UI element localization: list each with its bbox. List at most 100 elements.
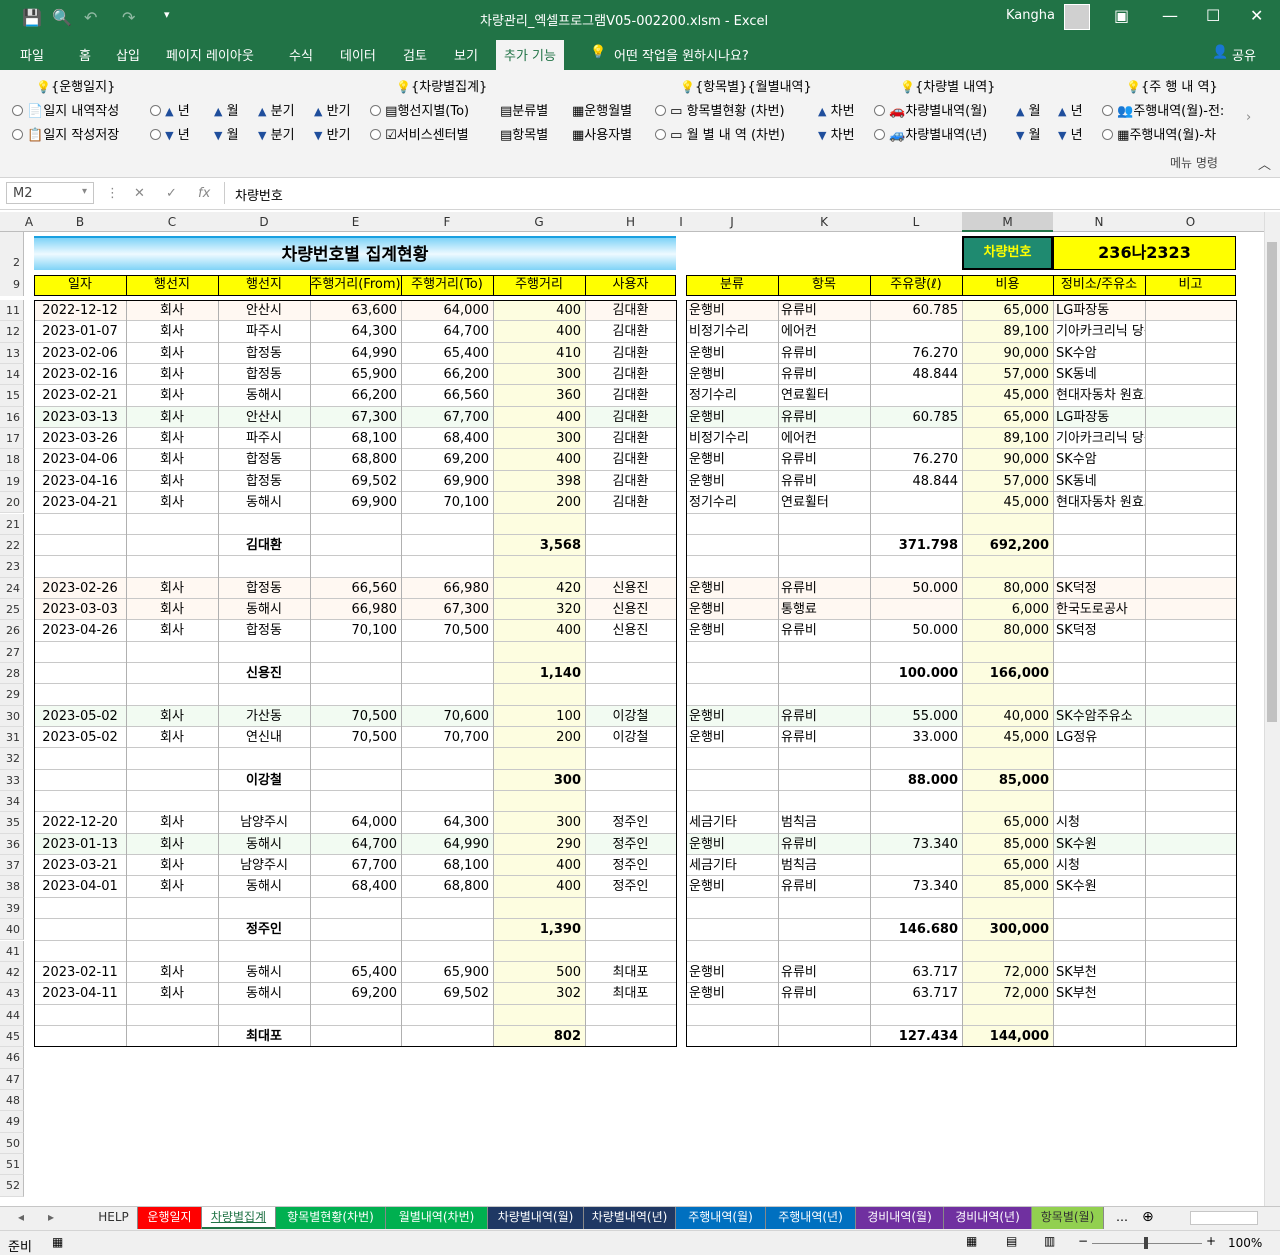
cell-fuel[interactable] <box>870 599 962 620</box>
row-header-41[interactable]: 41 <box>0 940 24 962</box>
cell-distance[interactable]: 420 <box>493 578 585 599</box>
user-button[interactable]: ▦사용자별 <box>572 124 632 143</box>
cell-odo-from[interactable]: 66,980 <box>310 599 401 620</box>
sheet-tab-4[interactable]: 월별내역(차번) <box>386 1207 488 1229</box>
cell-category[interactable]: 운행비 <box>686 578 778 599</box>
macro-record-icon[interactable]: ▦ <box>52 1235 63 1249</box>
print-preview-icon[interactable]: 🔍 <box>52 8 72 27</box>
vehicle-monthly-button[interactable]: 🚗차량별내역(월) <box>874 100 987 119</box>
cell-destination[interactable]: 합정동 <box>218 578 310 599</box>
page-layout-icon[interactable]: ▤ <box>1006 1234 1017 1248</box>
row-header-23[interactable]: 23 <box>0 556 24 578</box>
normal-view-icon[interactable]: ▦ <box>966 1234 977 1248</box>
cell-odo-from[interactable]: 63,600 <box>310 300 401 321</box>
column-header-N[interactable]: N <box>1053 215 1145 229</box>
cell-cost[interactable]: 57,000 <box>962 471 1053 492</box>
cell-destination[interactable]: 동해시 <box>218 834 310 855</box>
cell-subtotal-user[interactable]: 정주인 <box>218 919 310 940</box>
tab-file[interactable]: 파일 <box>20 45 44 64</box>
vertical-scrollbar[interactable] <box>1264 212 1280 1206</box>
cell-shop[interactable]: SK수암 <box>1053 343 1145 364</box>
cell-fuel[interactable]: 50.000 <box>870 578 962 599</box>
column-header-C[interactable]: C <box>126 215 218 229</box>
cell-category[interactable]: 운행비 <box>686 599 778 620</box>
cell-shop[interactable]: SK덕정 <box>1053 620 1145 641</box>
column-header-E[interactable]: E <box>310 215 401 229</box>
cell-odo-from[interactable]: 68,400 <box>310 876 401 897</box>
cell-cost[interactable]: 72,000 <box>962 983 1053 1004</box>
cell-odo-from[interactable]: 70,500 <box>310 727 401 748</box>
cell-date[interactable]: 2023-05-02 <box>34 727 126 748</box>
cell-cost[interactable]: 57,000 <box>962 364 1053 385</box>
cell-fuel[interactable]: 48.844 <box>870 364 962 385</box>
cell-odo-to[interactable]: 69,200 <box>401 449 493 470</box>
cell-category[interactable]: 비정기수리 <box>686 428 778 449</box>
cell-distance[interactable]: 200 <box>493 727 585 748</box>
cell-odo-from[interactable]: 68,800 <box>310 449 401 470</box>
cell-odo-from[interactable]: 65,900 <box>310 364 401 385</box>
column-header-K[interactable]: K <box>778 215 870 229</box>
cell-destination[interactable]: 합정동 <box>218 620 310 641</box>
name-box[interactable]: M2 <box>6 182 94 204</box>
row-header-43[interactable]: 43 <box>0 983 24 1005</box>
cell-item[interactable]: 유류비 <box>778 578 870 599</box>
column-header-L[interactable]: L <box>870 215 962 229</box>
cell-category[interactable]: 운행비 <box>686 471 778 492</box>
tab-review[interactable]: 검토 <box>403 45 427 64</box>
cell-date[interactable]: 2023-02-26 <box>34 578 126 599</box>
cell-date[interactable]: 2023-03-13 <box>34 407 126 428</box>
cell-shop[interactable]: 한국도로공사 <box>1053 599 1145 620</box>
year-down-button-2[interactable]: ▼ 년 <box>1058 124 1083 143</box>
cell-user[interactable]: 이강철 <box>585 727 676 748</box>
cell-item[interactable]: 범칙금 <box>778 855 870 876</box>
cell-category[interactable]: 운행비 <box>686 834 778 855</box>
item-button[interactable]: ▤항목별 <box>500 124 548 143</box>
cell-subtotal-user[interactable]: 김대환 <box>218 535 310 556</box>
cell-distance[interactable]: 500 <box>493 962 585 983</box>
cell-cost[interactable]: 80,000 <box>962 578 1053 599</box>
item-status-button[interactable]: ▭ 항목별현황 (차번) <box>655 100 785 119</box>
row-header-39[interactable]: 39 <box>0 897 24 920</box>
minimize-icon[interactable]: — <box>1162 6 1178 25</box>
cell-odo-from[interactable]: 67,300 <box>310 407 401 428</box>
cell-subtotal-distance[interactable]: 3,568 <box>493 535 585 556</box>
cell-distance[interactable]: 300 <box>493 428 585 449</box>
zoom-level[interactable]: 100% <box>1228 1236 1262 1250</box>
cell-date[interactable]: 2023-04-21 <box>34 492 126 513</box>
tab-scroll-right-icon[interactable]: ▸ <box>48 1210 54 1224</box>
cell-destination[interactable]: 동해시 <box>218 599 310 620</box>
row-header-33[interactable]: 33 <box>0 769 24 792</box>
row-header-14[interactable]: 14 <box>0 364 24 386</box>
row-header-47[interactable]: 47 <box>0 1068 24 1090</box>
cell-item[interactable]: 유류비 <box>778 343 870 364</box>
cell-subtotal-distance[interactable]: 300 <box>493 770 585 791</box>
cell-origin[interactable]: 회사 <box>126 300 218 321</box>
cell-odo-to[interactable]: 64,990 <box>401 834 493 855</box>
cell-cost[interactable]: 85,000 <box>962 876 1053 897</box>
sheet-tab-1[interactable]: 운행일지 <box>138 1207 202 1229</box>
row-header-51[interactable]: 51 <box>0 1154 24 1176</box>
cell-destination[interactable]: 안산시 <box>218 407 310 428</box>
driving-monthly-vehicle-button[interactable]: ▦주행내역(월)-차 <box>1102 124 1242 143</box>
cell-fuel[interactable]: 63.717 <box>870 983 962 1004</box>
cell-odo-to[interactable]: 64,300 <box>401 812 493 833</box>
row-header-36[interactable]: 36 <box>0 833 24 856</box>
cell-odo-to[interactable]: 67,300 <box>401 599 493 620</box>
cell-fuel[interactable]: 73.340 <box>870 834 962 855</box>
cell-distance[interactable]: 300 <box>493 812 585 833</box>
cell-user[interactable]: 김대환 <box>585 300 676 321</box>
cell-destination[interactable]: 동해시 <box>218 876 310 897</box>
cell-shop[interactable]: SK수암 <box>1053 449 1145 470</box>
cell-item[interactable]: 에어컨 <box>778 321 870 342</box>
formula-input[interactable]: 차량번호 <box>224 182 1274 204</box>
cell-item[interactable]: 유류비 <box>778 300 870 321</box>
cell-date[interactable]: 2022-12-12 <box>34 300 126 321</box>
radio[interactable] <box>1102 129 1113 140</box>
cell-odo-to[interactable]: 70,700 <box>401 727 493 748</box>
sheet-tab-2[interactable]: 차량별집계 <box>202 1207 276 1229</box>
cell-cost[interactable]: 45,000 <box>962 492 1053 513</box>
cell-user[interactable]: 김대환 <box>585 449 676 470</box>
row-header-20[interactable]: 20 <box>0 492 24 514</box>
column-header-O[interactable]: O <box>1145 215 1236 229</box>
cell-cost[interactable]: 90,000 <box>962 449 1053 470</box>
